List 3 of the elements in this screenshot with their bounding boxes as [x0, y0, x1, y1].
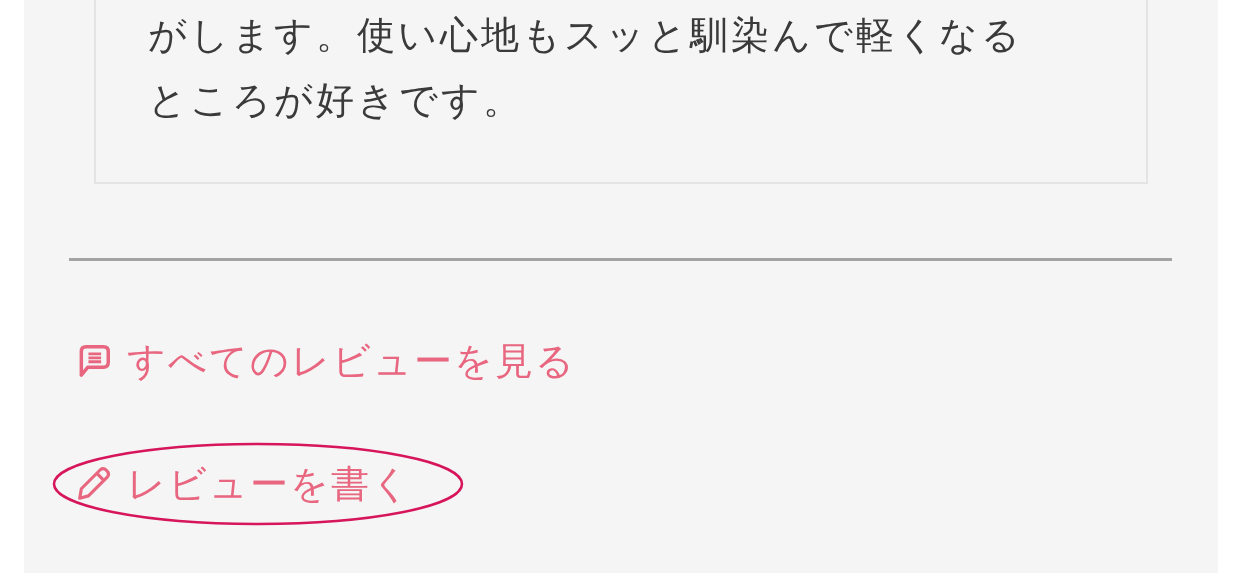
- pencil-icon: [75, 465, 113, 503]
- review-text: がします。使い心地もスッと馴染んで軽くなるところが好きです。: [148, 12, 1024, 124]
- review-link[interactable]: すべてのレビューを見る: [75, 331, 576, 391]
